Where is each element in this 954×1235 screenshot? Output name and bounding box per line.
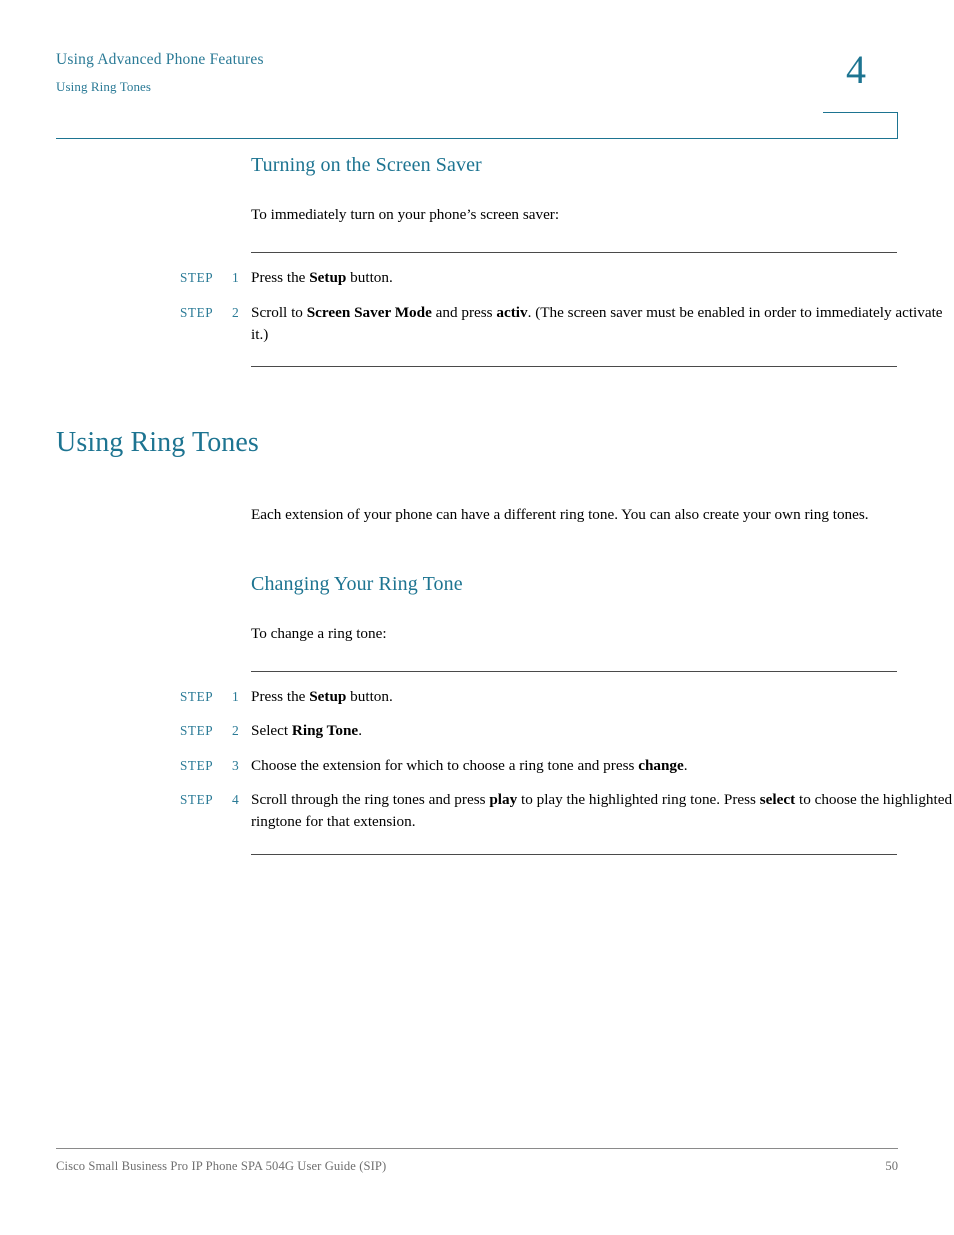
ring-tones-heading: Using Ring Tones — [56, 427, 259, 459]
step-text-run: Press the — [251, 688, 310, 706]
page-footer: Cisco Small Business Pro IP Phone SPA 50… — [56, 1148, 898, 1174]
step-row: STEP 4 Scroll through the ring tones and p… — [0, 783, 954, 840]
header-chapter-title: Using Advanced Phone Features — [56, 51, 264, 68]
step-text: Choose the extension for which to choose… — [251, 755, 954, 777]
screen-saver-heading: Turning on the Screen Saver — [251, 154, 482, 176]
step-row: STEP 3 Choose the extension for which to c… — [0, 749, 954, 783]
ring-tone-steps: STEP 1 Press the Setup button. STEP 2 Select … — [0, 672, 954, 854]
step-text-run: Press the — [251, 269, 310, 287]
step-text: Scroll through the ring tones and press … — [251, 789, 954, 834]
step-text-emphasis: activ — [496, 303, 528, 321]
header-section-title: Using Ring Tones — [56, 79, 152, 95]
chapter-number: 4 — [846, 47, 866, 92]
footer-page-number: 50 — [885, 1159, 898, 1173]
step-label: STEP — [180, 270, 214, 286]
step-text-emphasis: Ring Tone — [291, 722, 359, 740]
step-text-run: to play the highlighted ring tone. Press — [517, 791, 760, 809]
changing-ring-tone-section: Changing Your Ring Tone To change a ring… — [251, 571, 897, 645]
step-text: Select Ring Tone. — [251, 720, 954, 742]
step-text-run: . — [358, 722, 362, 740]
step-text-run: Scroll through the ring tones and press — [251, 791, 490, 809]
step-text-emphasis: play — [489, 791, 518, 809]
step-text-run: Choose the extension for which to choose… — [251, 756, 639, 774]
step-text-emphasis: Screen Saver Mode — [306, 303, 432, 321]
ring-tone-step-list: STEP 1 Press the Setup button. STEP 2 Select … — [0, 671, 954, 855]
step-number: 2 — [232, 723, 239, 739]
header-rule-drop — [897, 112, 898, 139]
page-header: Using Advanced Phone Features Using Ring… — [56, 48, 898, 140]
screen-saver-step-list: STEP 1 Press the Setup button. STEP 2 Scroll … — [0, 252, 954, 368]
document-page: Using Advanced Phone Features Using Ring… — [0, 0, 954, 1235]
step-text-run: button. — [346, 688, 393, 706]
ring-tones-intro: Each extension of your phone can have a … — [251, 506, 869, 524]
step-text-run: button. — [346, 269, 393, 287]
changing-ring-tone-intro: To change a ring tone: — [251, 624, 387, 642]
step-row: STEP 2 Scroll to Screen Saver Mode and pre… — [0, 296, 954, 353]
step-text-run: Select — [251, 722, 292, 740]
step-text-emphasis: select — [759, 791, 796, 809]
step-row: STEP 2 Select Ring Tone. — [0, 714, 954, 748]
page-content: Turning on the Screen Saver To immediate… — [0, 152, 954, 855]
step-text-run: Scroll to — [251, 303, 307, 321]
step-text-run: and press — [431, 303, 497, 321]
step-list-bottom-rule — [251, 853, 897, 855]
step-text-emphasis: Setup — [309, 269, 347, 287]
step-text: Scroll to Screen Saver Mode and press ac… — [251, 302, 954, 347]
step-number: 4 — [232, 792, 239, 808]
step-number: 1 — [232, 689, 239, 705]
screen-saver-intro: To immediately turn on your phone’s scre… — [251, 206, 560, 223]
step-label: STEP — [180, 792, 214, 808]
step-text: Press the Setup button. — [251, 267, 954, 289]
step-label: STEP — [180, 757, 214, 773]
step-text-emphasis: Setup — [309, 688, 347, 706]
ring-tones-section: Using Ring Tones Each extension of your … — [0, 425, 954, 526]
screen-saver-section: Turning on the Screen Saver To immediate… — [251, 152, 897, 226]
header-rule-stub — [823, 112, 898, 113]
step-number: 3 — [232, 757, 239, 773]
step-row: STEP 1 Press the Setup button. — [0, 261, 954, 295]
step-number: 1 — [232, 270, 239, 286]
step-text-run: . — [683, 756, 688, 774]
step-label: STEP — [180, 689, 214, 705]
step-label: STEP — [180, 304, 214, 320]
step-row: STEP 1 Press the Setup button. — [0, 680, 954, 714]
footer-document-title: Cisco Small Business Pro IP Phone SPA 50… — [56, 1159, 387, 1173]
step-list-bottom-rule — [251, 366, 897, 368]
changing-ring-tone-heading: Changing Your Ring Tone — [251, 572, 463, 595]
step-number: 2 — [232, 304, 239, 320]
header-rule-main — [56, 138, 898, 139]
step-text-emphasis: change — [638, 756, 684, 774]
screen-saver-steps: STEP 1 Press the Setup button. STEP 2 Scroll … — [0, 253, 954, 366]
step-text: Press the Setup button. — [251, 686, 954, 708]
step-label: STEP — [180, 723, 214, 739]
header-titles: Using Advanced Phone Features Using Ring… — [56, 48, 264, 98]
